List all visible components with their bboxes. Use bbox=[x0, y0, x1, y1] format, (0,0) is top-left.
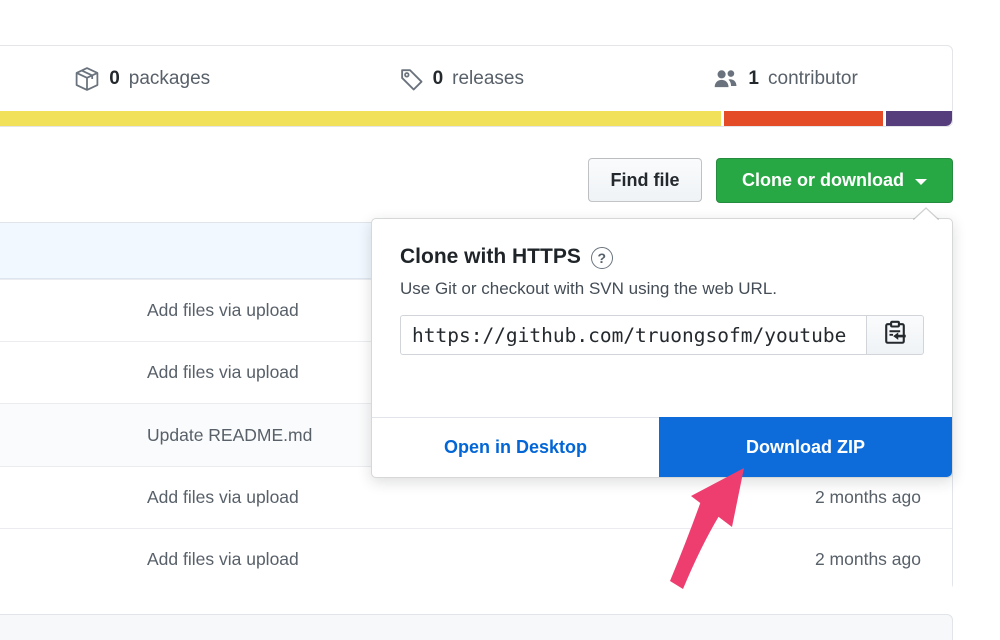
open-in-desktop-label: Open in Desktop bbox=[444, 437, 587, 458]
stat-releases-label: releases bbox=[452, 68, 524, 90]
commit-message-link[interactable]: Add files via upload bbox=[147, 300, 299, 321]
find-file-button[interactable]: Find file bbox=[588, 158, 702, 202]
chevron-down-icon bbox=[915, 179, 927, 185]
language-segment-1 bbox=[0, 111, 721, 126]
language-segment-3 bbox=[886, 111, 952, 126]
clone-or-download-label: Clone or download bbox=[742, 170, 904, 191]
help-icon[interactable]: ? bbox=[591, 247, 613, 269]
stat-packages-count: 0 bbox=[109, 68, 120, 90]
stat-releases[interactable]: 0 releases bbox=[399, 67, 524, 92]
copy-to-clipboard-button[interactable] bbox=[866, 315, 924, 355]
repo-stats-card: 0 packages 0 releases 1 bbox=[0, 45, 953, 127]
people-icon bbox=[712, 67, 739, 91]
readme-section-header bbox=[0, 614, 953, 640]
download-zip-label: Download ZIP bbox=[746, 437, 865, 458]
popup-caret bbox=[913, 207, 939, 220]
find-file-label: Find file bbox=[611, 170, 680, 191]
package-icon bbox=[74, 66, 100, 92]
clone-or-download-button[interactable]: Clone or download bbox=[716, 158, 953, 203]
commit-message-link[interactable]: Add files via upload bbox=[147, 362, 299, 383]
language-bar[interactable] bbox=[0, 111, 952, 126]
file-row: Add files via upload 2 months ago bbox=[0, 528, 952, 590]
open-in-desktop-button[interactable]: Open in Desktop bbox=[372, 417, 659, 477]
tag-icon bbox=[399, 67, 424, 92]
commit-message-link[interactable]: Update README.md bbox=[147, 425, 312, 446]
stat-contributors[interactable]: 1 contributor bbox=[712, 67, 857, 91]
stat-contributors-label: contributor bbox=[768, 68, 858, 90]
stat-packages-label: packages bbox=[129, 68, 210, 90]
clipboard-icon bbox=[882, 320, 908, 351]
stat-packages[interactable]: 0 packages bbox=[74, 66, 210, 92]
stat-releases-count: 0 bbox=[433, 68, 444, 90]
language-segment-2 bbox=[724, 111, 883, 126]
popup-subtitle: Use Git or checkout with SVN using the w… bbox=[400, 279, 924, 299]
commit-message-link[interactable]: Add files via upload bbox=[147, 487, 299, 508]
stat-contributors-count: 1 bbox=[748, 68, 759, 90]
commit-age: 2 months ago bbox=[815, 487, 921, 508]
repo-stats-row: 0 packages 0 releases 1 bbox=[0, 46, 952, 112]
commit-message-link[interactable]: Add files via upload bbox=[147, 549, 299, 570]
clone-url-input[interactable] bbox=[400, 315, 866, 355]
clone-popup: Clone with HTTPS ? Use Git or checkout w… bbox=[371, 218, 953, 478]
popup-title: Clone with HTTPS bbox=[400, 245, 581, 269]
download-zip-button[interactable]: Download ZIP bbox=[659, 417, 952, 477]
commit-age: 2 months ago bbox=[815, 549, 921, 570]
